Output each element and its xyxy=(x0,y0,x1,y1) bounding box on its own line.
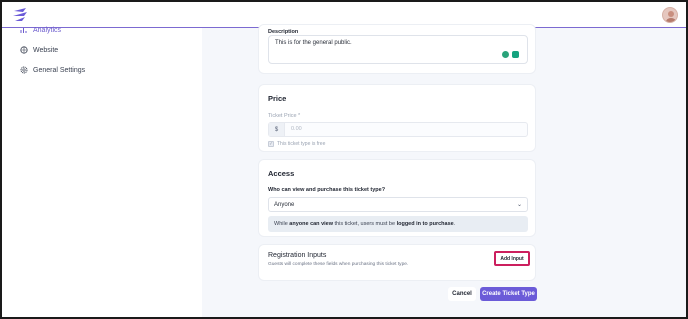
price-card: Price Ticket Price * $ 0.00 ✓ This ticke… xyxy=(258,84,536,152)
sidebar-item-analytics[interactable]: Analytics xyxy=(19,24,61,36)
location-pin-icon[interactable] xyxy=(502,51,509,58)
notice-text: . xyxy=(453,221,456,227)
price-title: Price xyxy=(268,94,287,103)
free-ticket-row[interactable]: ✓ This ticket type is free xyxy=(268,141,325,147)
access-question: Who can view and purchase this ticket ty… xyxy=(268,187,386,193)
free-checkbox[interactable]: ✓ xyxy=(268,141,274,147)
chart-icon xyxy=(19,26,28,35)
sidebar-item-website[interactable]: Website xyxy=(19,44,58,56)
sidebar-item-general-settings[interactable]: General Settings xyxy=(19,64,85,76)
create-ticket-type-button[interactable]: Create Ticket Type xyxy=(480,287,537,301)
access-title: Access xyxy=(268,169,295,178)
add-input-button[interactable]: Add Input xyxy=(494,251,530,266)
gear-icon xyxy=(19,66,28,75)
registration-subtitle: Guests will complete these fields when p… xyxy=(268,262,409,267)
access-selected-value: Anyone xyxy=(274,202,295,208)
globe-icon xyxy=(19,46,28,55)
ticket-price-input[interactable]: $ 0.00 xyxy=(268,122,528,137)
registration-title: Registration Inputs xyxy=(268,252,327,259)
access-select[interactable]: Anyone ⌄ xyxy=(268,197,528,212)
sidebar-item-label: Website xyxy=(33,46,59,54)
sidebar-item-label: Analytics xyxy=(33,26,62,34)
app-window: Analytics Website General Settings Descr… xyxy=(2,2,686,317)
user-avatar[interactable] xyxy=(662,7,678,23)
notice-text: this ticket, users must be xyxy=(333,221,397,227)
access-card: Access Who can view and purchase this ti… xyxy=(258,159,536,237)
free-ticket-label: This ticket type is free xyxy=(277,141,326,147)
currency-prefix: $ xyxy=(269,123,285,136)
description-textarea[interactable]: This is for the general public. xyxy=(268,35,528,64)
description-card: Description This is for the general publ… xyxy=(258,24,536,74)
cancel-button[interactable]: Cancel xyxy=(448,287,476,301)
notice-text: While xyxy=(274,221,290,227)
notice-emphasis: anyone can view xyxy=(289,221,333,227)
chevron-down-icon: ⌄ xyxy=(516,202,522,208)
access-notice: While anyone can view this ticket, users… xyxy=(268,216,528,232)
main-content: Description This is for the general publ… xyxy=(202,24,686,317)
app-logo-icon[interactable] xyxy=(11,7,29,23)
sidebar-item-label: General Settings xyxy=(33,66,86,74)
sidebar: Analytics Website General Settings xyxy=(2,27,202,317)
registration-card: Registration Inputs Guests will complete… xyxy=(258,244,536,281)
price-placeholder: 0.00 xyxy=(291,126,302,132)
ticket-price-label: Ticket Price * xyxy=(268,113,301,119)
notice-emphasis: logged in to purchase xyxy=(396,221,454,227)
description-value: This is for the general public. xyxy=(275,40,352,46)
grammarly-icon[interactable] xyxy=(512,51,519,58)
